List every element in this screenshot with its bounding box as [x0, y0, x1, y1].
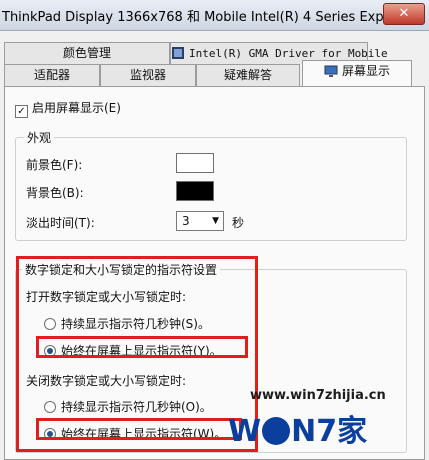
close-icon: ✕	[398, 6, 410, 21]
enable-osd-checkbox-row[interactable]: ✓ 启用屏幕显示(E)	[15, 99, 121, 118]
window-title: ThinkPad Display 1366x768 和 Mobile Intel…	[2, 10, 416, 25]
intel-icon	[171, 46, 185, 60]
tab-label: Intel(R) GMA Driver for Mobile	[189, 47, 388, 60]
enable-osd-label: 启用屏幕显示(E)	[32, 101, 121, 115]
fade-time-select[interactable]: 3 ▼	[176, 211, 224, 231]
appearance-group: 外观 前景色(F): 背景色(B): 淡出时间(T): 3 ▼ 秒	[15, 129, 407, 241]
appearance-legend: 外观	[24, 129, 55, 146]
tab-label: 监视器	[129, 68, 166, 82]
background-color-swatch[interactable]	[176, 181, 214, 201]
tab-label: 颜色管理	[62, 46, 111, 60]
close-button[interactable]: ✕	[383, 3, 425, 25]
foreground-label: 前景色(F):	[26, 158, 83, 172]
tab-troubleshoot[interactable]: 疑难解答	[196, 64, 300, 86]
tab-adapter[interactable]: 适配器	[4, 64, 100, 86]
logo-mid: N7	[291, 414, 338, 449]
enable-osd-checkbox[interactable]: ✓	[15, 105, 28, 118]
highlight-box-off-option	[36, 418, 242, 440]
dropdown-arrow-icon: ▼	[212, 216, 219, 226]
fade-time-unit: 秒	[232, 216, 245, 230]
logo-suffix: 家	[337, 414, 368, 449]
tab-label: 适配器	[33, 68, 70, 82]
logo-prefix: W	[228, 414, 262, 449]
watermark-url: www.win7zhijia.cn	[250, 388, 386, 403]
fade-time-label: 淡出时间(T):	[26, 216, 95, 230]
title-bar: ThinkPad Display 1366x768 和 Mobile Intel…	[0, 0, 429, 31]
tab-label: 屏幕显示	[341, 64, 390, 78]
background-label: 背景色(B):	[26, 186, 84, 200]
fade-time-value: 3	[182, 214, 190, 228]
display-icon	[324, 64, 338, 78]
tab-on-screen-display[interactable]: 屏幕显示	[302, 60, 412, 86]
watermark-logo: W N7家	[228, 406, 408, 449]
tab-label: 疑难解答	[223, 68, 272, 82]
logo-circle	[262, 417, 291, 445]
foreground-color-swatch[interactable]	[176, 153, 214, 173]
tab-monitor[interactable]: 监视器	[100, 64, 196, 86]
highlight-box-on-option	[36, 336, 248, 358]
tab-color-management[interactable]: 颜色管理	[4, 42, 170, 64]
